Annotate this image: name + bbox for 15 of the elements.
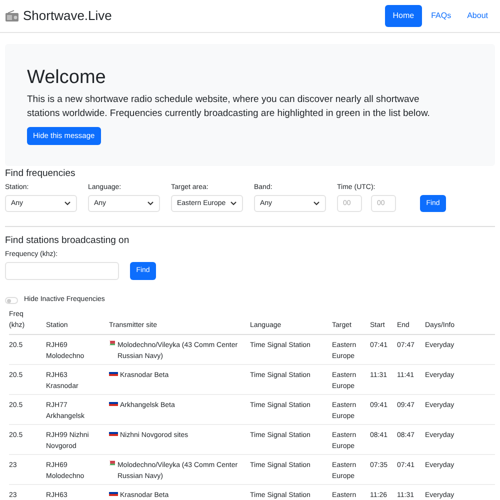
section-title: Find stations broadcasting on — [5, 235, 130, 248]
nav-link[interactable]: FAQs — [424, 5, 458, 27]
welcome-text: This is a new shortwave radio schedule website, where you can discover nearly all shortwave stations worldwide. Frequencies currently broadcasting are highlighted in green in the list below. — [27, 93, 431, 121]
nav-link[interactable]: Home — [384, 5, 422, 27]
site-title[interactable]: Shortwave.Live — [23, 6, 112, 26]
chevron-down-icon — [64, 201, 71, 206]
frequency-field[interactable] — [5, 262, 119, 280]
toggle-switch[interactable] — [5, 297, 18, 304]
radio-icon — [5, 10, 19, 22]
chevron-down-icon — [147, 201, 154, 206]
nav-link[interactable]: About — [460, 5, 495, 27]
chevron-down-icon — [313, 201, 320, 206]
chevron-down-icon — [230, 201, 237, 206]
section-title: Find frequencies — [5, 168, 76, 180]
welcome-title: Welcome — [27, 66, 107, 90]
